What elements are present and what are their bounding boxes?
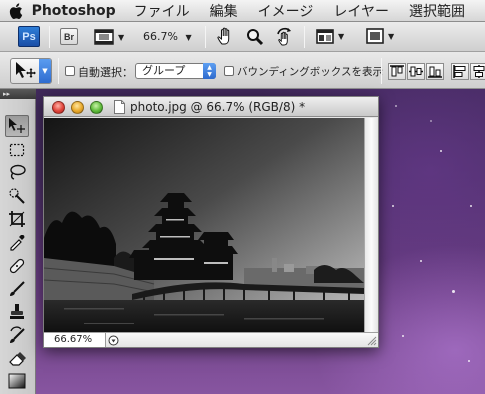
document-window: photo.jpg @ 66.7% (RGB/8) * 66.67%: [43, 96, 379, 348]
zoom-tool-button[interactable]: [246, 28, 264, 49]
rectangular-marquee-tool[interactable]: [5, 139, 29, 161]
resize-grip-icon[interactable]: [366, 335, 377, 346]
rotate-view-tool-button[interactable]: [275, 26, 295, 49]
auto-select-label: 自動選択：: [78, 66, 133, 79]
menu-bar: Photoshop ファイル 編集 イメージ レイヤー 選択範囲: [0, 0, 485, 22]
chevron-down-icon: ▼: [39, 59, 51, 83]
history-brush-icon: [10, 326, 25, 343]
chevron-down-icon: ▼: [185, 33, 192, 42]
quick-selection-icon: [9, 188, 25, 204]
gradient-icon: [8, 373, 26, 389]
minimize-button[interactable]: [71, 101, 84, 114]
film-strip-icon: [94, 29, 114, 45]
align-left-edges-button[interactable]: [451, 63, 469, 80]
zoom-level-field[interactable]: 66.7% ▼: [143, 30, 192, 43]
align-bottom-icon: [428, 66, 442, 78]
menu-layer[interactable]: レイヤー: [333, 1, 389, 21]
arrange-documents-icon: [316, 29, 334, 44]
status-zoom-field[interactable]: 66.67%: [44, 333, 106, 347]
show-bounding-box-label: バウンディングボックスを表示: [237, 66, 383, 78]
brush-tool[interactable]: [5, 278, 29, 300]
align-bottom-edges-button[interactable]: [426, 63, 444, 80]
align-horizontal-centers-button[interactable]: [470, 63, 485, 80]
zoom-window-button[interactable]: [90, 101, 103, 114]
arrange-documents-button[interactable]: ▼: [316, 29, 344, 44]
options-separator: [58, 58, 59, 84]
chevron-down-icon: ▼: [118, 32, 125, 42]
appbar-separator: [304, 26, 305, 48]
eyedropper-icon: [10, 235, 25, 251]
clone-stamp-tool[interactable]: [5, 301, 29, 323]
lasso-tool[interactable]: [5, 162, 29, 184]
document-title: photo.jpg @ 66.7% (RGB/8) *: [130, 100, 306, 114]
bandage-icon: [9, 258, 25, 274]
tools-panel: ▸▸: [0, 89, 36, 394]
close-button[interactable]: [52, 101, 65, 114]
up-down-arrows-icon: ▲ ▼: [203, 63, 216, 79]
launch-bridge-button[interactable]: Br: [60, 28, 78, 45]
align-top-icon: [390, 65, 404, 77]
status-menu-icon: [108, 335, 119, 345]
move-tool-icon: [9, 118, 25, 133]
menu-file[interactable]: ファイル: [134, 1, 190, 21]
view-extras-button[interactable]: ▼: [94, 27, 130, 47]
status-info-menu-button[interactable]: [107, 334, 120, 346]
vertical-scrollbar[interactable]: [364, 118, 378, 332]
marquee-icon: [9, 143, 25, 157]
hand-tool-button[interactable]: [217, 27, 235, 49]
show-bounding-box-checkbox[interactable]: [224, 66, 234, 76]
crop-tool[interactable]: [5, 208, 29, 230]
document-file-icon: [114, 100, 125, 114]
lasso-icon: [10, 164, 26, 180]
eraser-icon: [9, 352, 26, 366]
appbar-separator: [205, 26, 206, 48]
auto-select-checkbox[interactable]: [65, 66, 75, 76]
gradient-tool[interactable]: [5, 370, 29, 392]
castle-photo: [44, 118, 364, 332]
image-canvas[interactable]: [44, 118, 364, 332]
eraser-tool[interactable]: [5, 347, 29, 369]
auto-select-dropdown[interactable]: グループ ▲ ▼: [135, 63, 216, 79]
move-tool-icon: [16, 62, 36, 78]
align-left-icon: [453, 65, 466, 78]
align-top-edges-button[interactable]: [388, 63, 406, 80]
brush-icon: [10, 281, 25, 296]
crop-icon: [9, 211, 25, 227]
chevron-down-icon: ▼: [338, 32, 345, 41]
history-brush-tool[interactable]: [5, 324, 29, 346]
tools-panel-header[interactable]: ▸▸: [0, 89, 36, 99]
screen-mode-button[interactable]: ▼: [366, 28, 394, 44]
menu-image[interactable]: イメージ: [258, 1, 314, 21]
move-tool[interactable]: [5, 115, 29, 137]
align-horizontal-center-icon: [473, 65, 485, 78]
stamp-icon: [10, 304, 24, 319]
document-status-bar: 66.67%: [44, 332, 378, 347]
options-separator: [381, 58, 382, 84]
appbar-separator: [49, 26, 50, 48]
spot-healing-brush-tool[interactable]: [5, 255, 29, 277]
align-vertical-centers-button[interactable]: [407, 63, 425, 80]
hand-icon: [217, 27, 230, 45]
app-menu-photoshop[interactable]: Photoshop: [32, 3, 116, 19]
photoshop-logo: Ps: [18, 26, 40, 47]
zoom-level-value: 66.7%: [143, 30, 178, 43]
screen-mode-icon: [366, 28, 384, 44]
options-bar: ▼ 自動選択： グループ ▲ ▼ バウンディングボックスを表示: [0, 52, 485, 89]
apple-menu[interactable]: [0, 0, 32, 22]
menu-select[interactable]: 選択範囲: [409, 1, 465, 21]
apple-icon: [9, 2, 22, 19]
tool-preset-picker[interactable]: ▼: [10, 58, 52, 84]
menu-edit[interactable]: 編集: [210, 1, 238, 21]
document-title-bar[interactable]: photo.jpg @ 66.7% (RGB/8) *: [44, 97, 378, 117]
magnifier-icon: [247, 29, 264, 46]
double-chevron-icon: ▸▸: [3, 90, 11, 98]
align-vertical-center-icon: [409, 66, 423, 77]
rotate-hand-icon: [277, 27, 291, 46]
quick-selection-tool[interactable]: [5, 185, 29, 207]
chevron-down-icon: ▼: [388, 31, 395, 41]
eyedropper-tool[interactable]: [5, 231, 29, 253]
auto-select-value: グループ: [142, 64, 186, 77]
application-bar: Ps Br ▼ 66.7% ▼ ▼ ▼: [0, 22, 485, 52]
